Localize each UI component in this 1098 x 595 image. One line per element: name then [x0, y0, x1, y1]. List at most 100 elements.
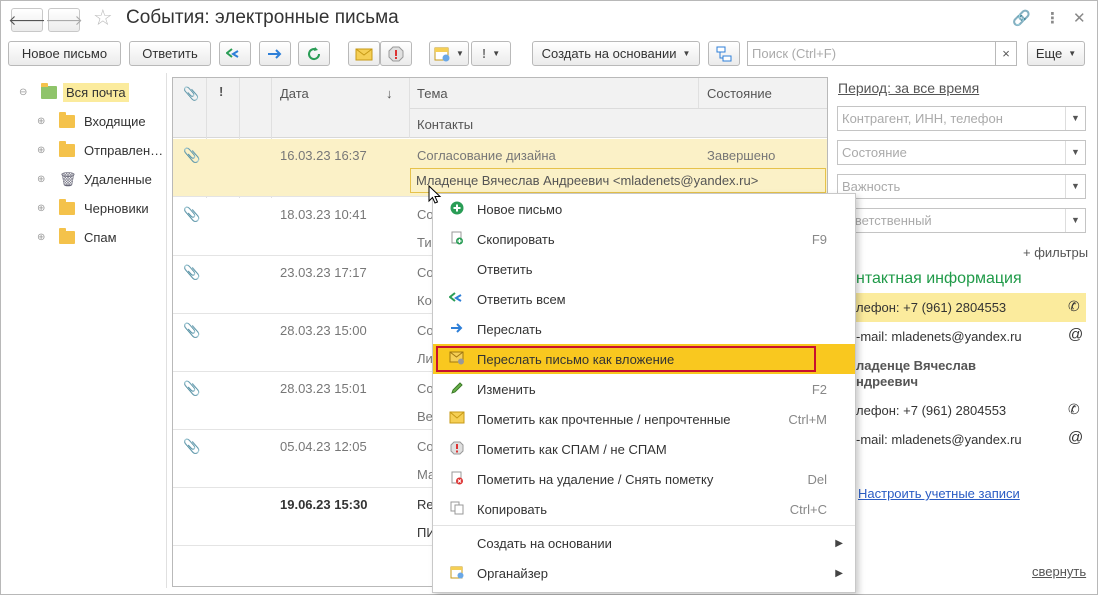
more-vert-icon[interactable]: ⋮ — [1045, 9, 1060, 27]
mark-read-button[interactable] — [348, 41, 380, 66]
structure-button[interactable] — [708, 41, 740, 66]
window-title: События: электронные письма — [126, 7, 399, 28]
drafts-folder-icon — [59, 198, 75, 215]
menu-item-label: Ответить — [477, 261, 533, 277]
link-icon[interactable]: 🔗 — [1012, 9, 1031, 27]
sort-desc-icon[interactable]: ↓ — [386, 86, 393, 101]
mailbox-folder-icon — [41, 82, 57, 99]
close-icon[interactable]: ✕ — [1073, 9, 1086, 27]
paperclip-icon: 📎 — [183, 380, 201, 396]
chevron-down-icon: ▼ — [682, 49, 691, 58]
contacts-column-header[interactable]: Контакты — [417, 117, 473, 132]
table-row[interactable]: 📎 16.03.23 16:37 Согласование дизайна За… — [173, 139, 827, 197]
contact-cell: Ко — [417, 293, 432, 308]
search-input[interactable]: Поиск (Ctrl+F) — [747, 41, 996, 66]
filter-placeholder: Контрагент, ИНН, телефон — [842, 111, 1003, 126]
arrow-left-icon: 🡐 — [8, 11, 46, 28]
trash-icon: 🗑 — [59, 170, 77, 187]
setup-accounts-link[interactable]: Настроить учетные записи — [858, 486, 1020, 501]
date-column-header[interactable]: Дата — [280, 86, 309, 101]
contact-cell: Ли — [417, 351, 433, 366]
menu-item-reply-all[interactable]: Ответить всем — [433, 284, 855, 314]
menu-item-copy-record[interactable]: Скопировать F9 — [433, 224, 855, 254]
inbox-folder-icon — [59, 111, 75, 128]
collapse-icon[interactable]: ⊖ — [19, 87, 33, 98]
tree-label: Вся почта — [63, 82, 129, 102]
menu-item-shortcut: F9 — [811, 231, 827, 247]
menu-item-forward-as-attachment[interactable]: Переслать письмо как вложение — [433, 344, 855, 374]
create-based-button[interactable]: Создать на основании ▼ — [532, 41, 700, 66]
chevron-down-icon: ▼ — [492, 49, 501, 58]
tree-item-sent[interactable]: ⊕ Отправлен… — [37, 139, 166, 161]
menu-item-label: Новое письмо — [477, 201, 563, 217]
menu-item-mark-delete[interactable]: Пометить на удаление / Снять пометку Del — [433, 464, 855, 494]
refresh-button[interactable] — [298, 41, 330, 66]
tree-item-all-mail[interactable]: ⊖ Вся почта — [19, 81, 129, 103]
menu-item-label: Переслать — [477, 321, 542, 337]
expand-icon[interactable]: ⊕ — [37, 174, 51, 185]
tree-label: Удаленные — [84, 171, 152, 187]
expand-icon[interactable]: ⊕ — [37, 203, 51, 214]
menu-item-mark-read[interactable]: Пометить как прочтенные / непрочтенные C… — [433, 404, 855, 434]
forward-button[interactable]: 🡒 — [45, 8, 83, 32]
reply-button[interactable]: Ответить — [129, 41, 211, 66]
tree-item-inbox[interactable]: ⊕ Входящие — [37, 110, 149, 132]
more-button[interactable]: Еще ▼ — [1027, 41, 1085, 66]
phone-icon[interactable]: ✆ — [1068, 298, 1080, 315]
menu-item-new-letter[interactable]: Новое письмо — [433, 194, 855, 224]
mark-spam-button[interactable] — [380, 41, 412, 66]
expand-icon[interactable]: ⊕ — [37, 145, 51, 156]
subject-column-header[interactable]: Тема — [417, 86, 448, 101]
paperclip-icon: 📎 — [183, 147, 201, 163]
add-circle-icon — [448, 201, 466, 218]
expand-icon[interactable]: ⊕ — [37, 116, 51, 127]
date-cell: 19.06.23 15:30 — [280, 497, 368, 512]
mouse-cursor-icon — [428, 185, 442, 204]
menu-item-label: Пометить как прочтенные / непрочтенные — [477, 411, 731, 427]
add-filters-link[interactable]: + фильтры — [1023, 245, 1088, 260]
collapse-link[interactable]: свернуть — [1032, 564, 1086, 579]
status-column-header[interactable]: Состояние — [707, 86, 772, 101]
expand-icon[interactable]: ⊕ — [37, 232, 51, 243]
calendar-icon — [448, 565, 466, 582]
tree-item-spam[interactable]: ⊕ Спам — [37, 226, 120, 248]
at-icon[interactable]: @ — [1068, 326, 1083, 343]
menu-item-label: Пометить как СПАМ / не СПАМ — [477, 441, 667, 457]
counterparty-filter[interactable]: Контрагент, ИНН, телефон ▼ — [837, 106, 1086, 131]
period-link[interactable]: Период: за все время — [838, 80, 979, 96]
status-filter[interactable]: Состояние ▼ — [837, 140, 1086, 165]
importance-filter[interactable]: Важность ▼ — [837, 174, 1086, 199]
chevron-down-icon[interactable]: ▼ — [1065, 107, 1085, 130]
forward-mail-button[interactable] — [259, 41, 291, 66]
context-menu: Новое письмо Скопировать F9 Ответить Отв… — [432, 193, 856, 593]
menu-item-mark-spam[interactable]: Пометить как СПАМ / не СПАМ — [433, 434, 855, 464]
tree-item-drafts[interactable]: ⊕ Черновики — [37, 197, 152, 219]
new-letter-button[interactable]: Новое письмо — [8, 41, 121, 66]
menu-item-create-based[interactable]: Создать на основании ▶ — [433, 528, 855, 558]
at-icon[interactable]: @ — [1068, 429, 1083, 446]
menu-item-edit[interactable]: Изменить F2 — [433, 374, 855, 404]
tree-item-deleted[interactable]: ⊕ 🗑 Удаленные — [37, 168, 155, 190]
col-divider — [698, 78, 699, 108]
organizer-button[interactable]: ▼ — [429, 41, 469, 66]
contact-cell-edit[interactable]: Младенце Вячеслав Андреевич <mladenets@y… — [410, 168, 826, 193]
chevron-down-icon: ▼ — [1068, 49, 1077, 58]
importance-column-header[interactable]: ! — [219, 84, 223, 99]
clip-column-header[interactable]: 📎 — [183, 86, 199, 102]
favorite-star-icon[interactable]: ☆ — [93, 5, 113, 31]
chevron-down-icon[interactable]: ▼ — [1065, 141, 1085, 164]
clear-search-button[interactable]: × — [995, 41, 1017, 66]
menu-item-copy[interactable]: Копировать Ctrl+C — [433, 494, 855, 524]
phone-icon[interactable]: ✆ — [1068, 401, 1080, 418]
chevron-down-icon[interactable]: ▼ — [1065, 175, 1085, 198]
reply-all-button[interactable] — [219, 41, 251, 66]
responsible-filter[interactable]: ответственный ▼ — [837, 208, 1086, 233]
back-button[interactable]: 🡐 — [8, 8, 46, 32]
importance-button[interactable]: ! ▼ — [471, 41, 511, 66]
menu-item-reply[interactable]: Ответить — [433, 254, 855, 284]
chevron-down-icon[interactable]: ▼ — [1065, 209, 1085, 232]
paperclip-icon: 📎 — [183, 322, 201, 338]
menu-item-organizer[interactable]: Органайзер ▶ — [433, 558, 855, 588]
date-cell: 18.03.23 10:41 — [280, 207, 367, 222]
menu-item-forward[interactable]: Переслать — [433, 314, 855, 344]
